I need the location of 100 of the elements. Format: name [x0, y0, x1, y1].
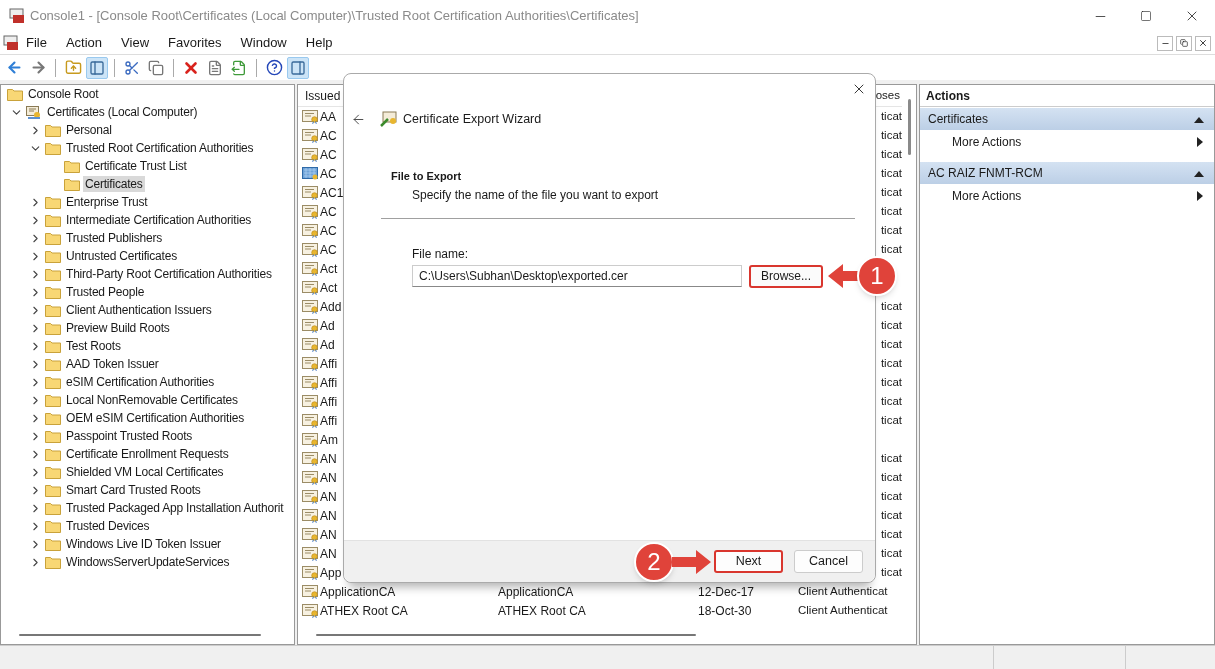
table-cell-text: ticat [880, 203, 902, 219]
certificate-icon [302, 565, 319, 580]
folder-icon [45, 519, 61, 533]
tree-item[interactable]: Trusted People [64, 284, 147, 300]
certificate-icon [302, 109, 319, 124]
back-icon[interactable] [351, 111, 366, 127]
table-cell: ATHEX Root CA [498, 603, 586, 618]
tree-item[interactable]: Trusted Packaged App Installation Authorit [64, 500, 286, 516]
tree-item[interactable]: OEM eSIM Certification Authorities [64, 410, 246, 426]
tree-item[interactable]: Test Roots [64, 338, 123, 354]
child-minimize-icon[interactable] [1157, 35, 1173, 51]
table-cell: AC [320, 147, 337, 162]
toolbar-button[interactable] [287, 56, 309, 79]
folder-icon [45, 267, 61, 281]
menu-item[interactable]: View [121, 33, 150, 53]
certificate-icon [302, 489, 319, 504]
tree-item[interactable]: Local NonRemovable Certificates [64, 392, 240, 408]
console-icon [3, 35, 19, 51]
folder-icon [45, 447, 61, 461]
help-icon [265, 59, 283, 76]
menu-item[interactable]: File [26, 33, 47, 53]
action-section-header[interactable]: Certificates [920, 108, 1214, 130]
browse-button[interactable]: Browse... [749, 264, 823, 288]
back-icon [5, 59, 23, 76]
certificate-icon [302, 584, 319, 599]
table-cell-text: ticat [880, 241, 902, 257]
certificate-icon [302, 356, 319, 371]
action-link[interactable]: More Actions [952, 187, 1022, 205]
scrollbar-thumb[interactable] [907, 99, 911, 155]
table-cell: AC [320, 223, 337, 238]
section-title: File to Export [390, 169, 463, 184]
tree-item[interactable]: Personal [64, 122, 114, 138]
scrollbar-thumb[interactable] [316, 634, 696, 636]
tree-item[interactable]: Certificate Enrollment Requests [64, 446, 231, 462]
menu-item[interactable]: Window [240, 33, 287, 53]
certificate-icon [302, 185, 319, 200]
scrollbar-thumb[interactable] [19, 634, 261, 636]
table-cell: AC [320, 242, 337, 257]
tree-item[interactable]: Certificate Trust List [83, 158, 189, 174]
collapse-triangle-icon[interactable] [1194, 115, 1204, 123]
table-cell-text: ticat [880, 450, 902, 466]
tree-item[interactable]: Intermediate Certification Authorities [64, 212, 254, 228]
action-section-header[interactable]: AC RAIZ FNMT-RCM [920, 162, 1214, 184]
column-header[interactable]: Issued [305, 88, 341, 103]
folder-icon [45, 195, 61, 209]
tree-item[interactable]: Smart Card Trusted Roots [64, 482, 203, 498]
tree-item[interactable]: Trusted Devices [64, 518, 152, 534]
table-cell: Ad [320, 337, 335, 352]
table-cell: 12-Dec-17 [698, 584, 755, 599]
tree-item[interactable]: Certificates [83, 176, 145, 192]
table-cell: 18-Oct-30 [698, 603, 752, 618]
callout-badge: 1 [857, 256, 897, 296]
action-link[interactable]: More Actions [952, 133, 1022, 151]
field-label: File name: [411, 245, 470, 263]
tree-item[interactable]: Windows Live ID Token Issuer [64, 536, 223, 552]
table-cell-text: ticat [880, 336, 902, 352]
folder-icon [45, 357, 61, 371]
certificate-icon [302, 603, 319, 618]
tree-item[interactable]: Console Root [26, 86, 101, 102]
child-restore-icon[interactable] [1176, 35, 1192, 51]
table-cell: AN [320, 508, 337, 523]
table-cell-text: ticat [880, 469, 902, 485]
table-cell-text: ticat [880, 393, 902, 409]
dialog-button[interactable]: Next [714, 550, 783, 573]
tree-item[interactable]: Passpoint Trusted Roots [64, 428, 195, 444]
menu-item[interactable]: Help [305, 33, 333, 53]
certificate-icon [302, 128, 319, 143]
table-cell: Affi [320, 375, 338, 390]
file-name-field[interactable]: C:\Users\Subhan\Desktop\exported.cer [412, 265, 742, 287]
certificate-icon [302, 261, 319, 276]
table-cell: AC1 [320, 185, 344, 200]
table-cell-text: ticat [880, 222, 902, 238]
tree-item[interactable]: WindowsServerUpdateServices [64, 554, 232, 570]
tree-item[interactable]: Untrusted Certificates [64, 248, 179, 264]
folder-icon [45, 249, 61, 263]
tree-item[interactable]: Shielded VM Local Certificates [64, 464, 226, 480]
table-cell-text: ticat [880, 108, 902, 124]
table-cell-text: ticat [880, 146, 902, 162]
dialog-button[interactable]: Cancel [794, 550, 863, 573]
column-header[interactable]: oses [875, 86, 900, 105]
tree-item[interactable]: Certificates (Local Computer) [45, 104, 200, 120]
collapse-triangle-icon[interactable] [1194, 169, 1204, 177]
folder-icon [45, 375, 61, 389]
tree-item[interactable]: Preview Build Roots [64, 320, 172, 336]
tree-item[interactable]: Trusted Publishers [64, 230, 164, 246]
folder-icon [45, 339, 61, 353]
window-title: Console1 - [Console Root\Certificates (Local Computer)\Trusted Root Certification Authorities\Certificates] [30, 7, 639, 26]
tree-item[interactable]: Third-Party Root Certification Authorities [64, 266, 274, 282]
child-close-icon[interactable] [1195, 35, 1211, 51]
tree-item[interactable]: AAD Token Issuer [64, 356, 161, 372]
table-cell: Affi [320, 356, 338, 371]
tree-item[interactable]: Enterprise Trust [64, 194, 150, 210]
tree-item[interactable]: Client Authentication Issuers [64, 302, 214, 318]
tree-item[interactable]: eSIM Certification Authorities [64, 374, 217, 390]
table-cell: Affi [320, 413, 338, 428]
certificate-icon [302, 470, 319, 485]
tree-item[interactable]: Trusted Root Certification Authorities [64, 140, 256, 156]
menu-item[interactable]: Favorites [168, 33, 222, 53]
toolbar-button[interactable] [86, 56, 108, 79]
menu-item[interactable]: Action [65, 33, 103, 53]
